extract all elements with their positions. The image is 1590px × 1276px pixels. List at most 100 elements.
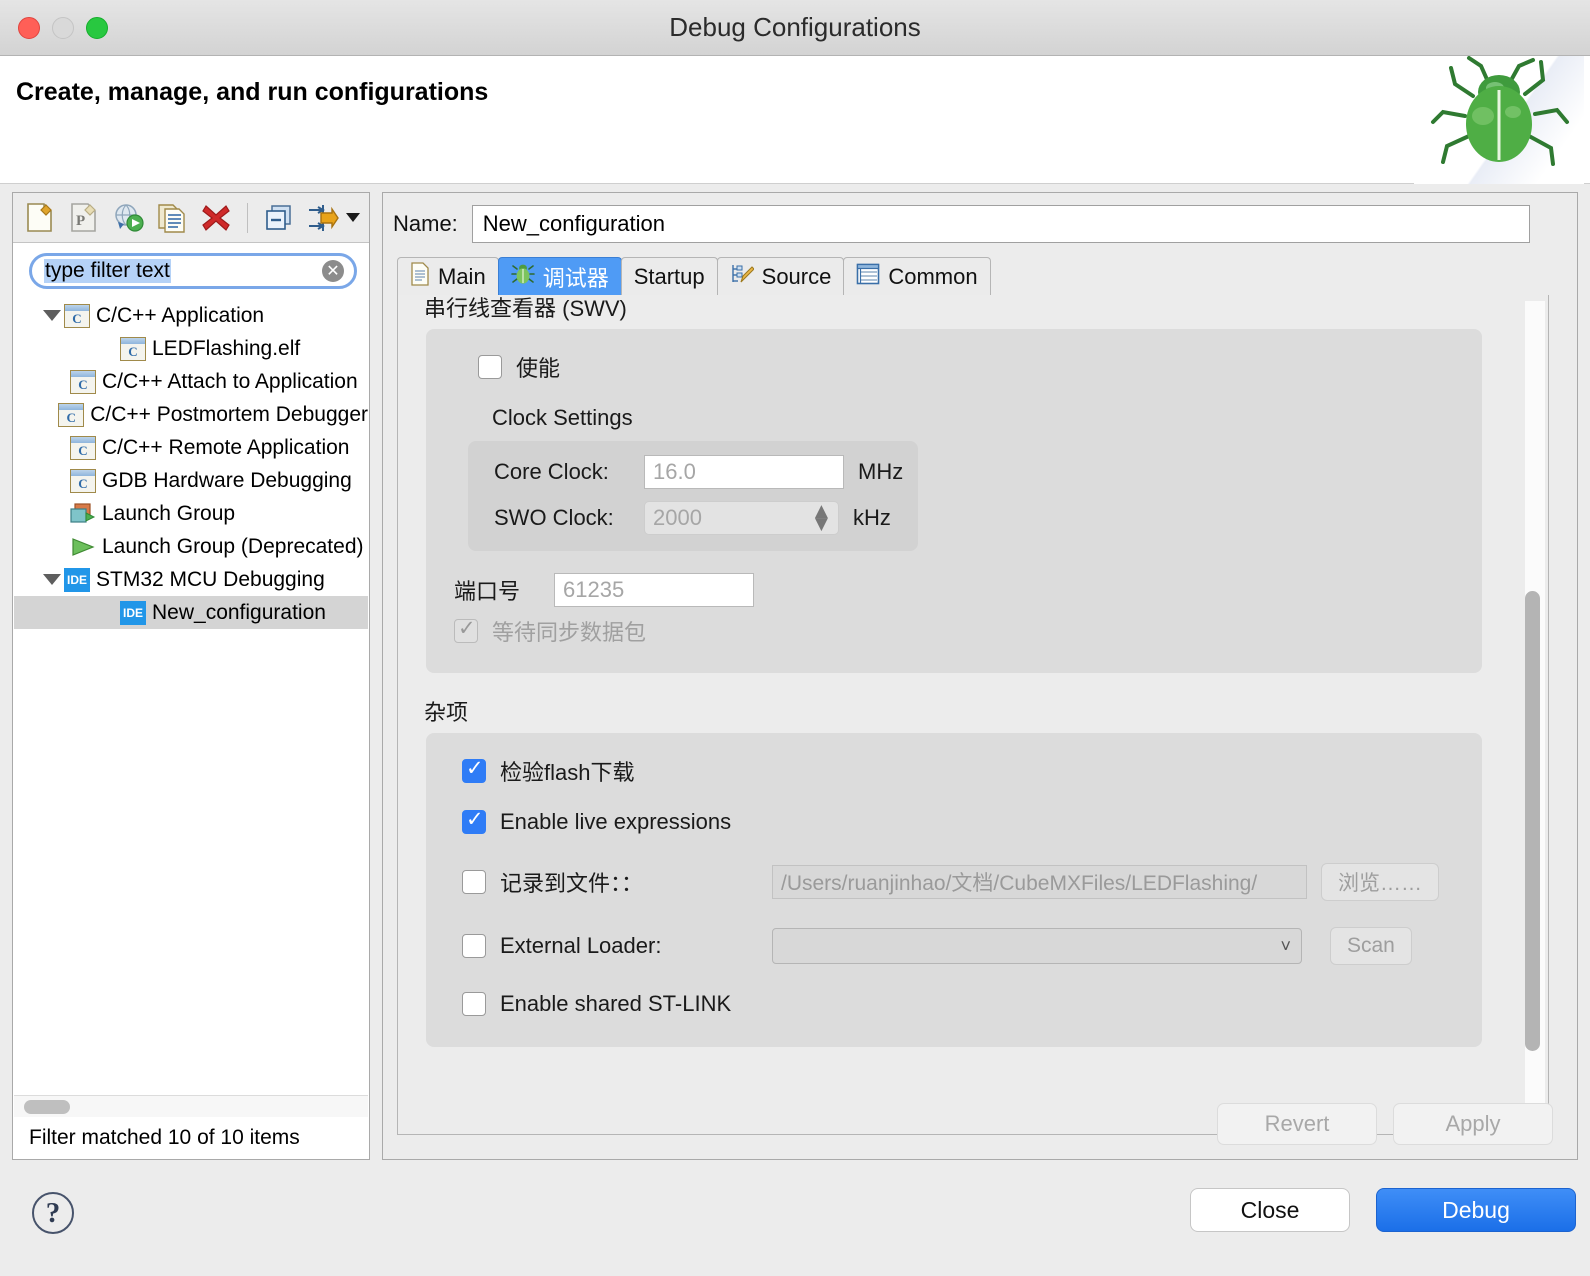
launch-group-deprecated-icon: [70, 535, 96, 559]
header-banner: Create, manage, and run configurations: [0, 56, 1590, 184]
live-expressions-row[interactable]: Enable live expressions: [462, 807, 1482, 835]
browse-button[interactable]: 浏览……: [1321, 863, 1439, 901]
scan-button[interactable]: Scan: [1330, 927, 1412, 965]
close-button[interactable]: Close: [1190, 1188, 1350, 1232]
swv-group: 使能 Clock Settings Core Clock: 16.0 MHz S…: [426, 329, 1482, 673]
tree-horizontal-scrollbar[interactable]: [14, 1095, 368, 1117]
twisty-expanded[interactable]: [40, 310, 64, 321]
tree-item-c-cpp-application[interactable]: C C/C++ Application: [14, 299, 368, 332]
new-configuration-icon[interactable]: [21, 199, 59, 237]
tree-item-stm32-mcu-debugging[interactable]: IDE STM32 MCU Debugging: [14, 563, 368, 596]
external-loader-row: External Loader: ˅ Scan: [462, 927, 1482, 965]
clock-settings-box: Core Clock: 16.0 MHz SWO Clock: 2000 ▲ ▼ …: [468, 441, 918, 551]
configuration-name-row: Name: New_configuration: [393, 205, 1530, 243]
tree-item-gdb-hardware[interactable]: C GDB Hardware Debugging: [14, 464, 368, 497]
swv-section-title: 串行线查看器 (SWV): [424, 296, 627, 321]
configurations-toolbar: P: [13, 193, 369, 243]
name-input[interactable]: New_configuration: [471, 205, 1530, 243]
tree-item-label: Launch Group (Deprecated): [102, 534, 364, 558]
c-app-icon: C: [70, 468, 96, 493]
content-vertical-scrollbar[interactable]: [1525, 301, 1545, 1127]
tree-item-label: LEDFlashing.elf: [152, 336, 301, 360]
tab-label: 调试器: [542, 265, 609, 291]
log-to-file-checkbox[interactable]: [462, 870, 486, 894]
external-loader-checkbox[interactable]: [462, 934, 486, 958]
tree-item-label: C/C++ Application: [96, 303, 265, 327]
delete-icon[interactable]: [197, 199, 235, 237]
debug-configurations-window: Debug Configurations Create, manage, and…: [0, 0, 1590, 1276]
new-launch-group-icon[interactable]: [109, 199, 147, 237]
core-clock-input[interactable]: 16.0: [644, 455, 844, 489]
tree-item-label: C/C++ Remote Application: [102, 435, 350, 459]
scrollbar-thumb[interactable]: [1525, 591, 1540, 1051]
editor-tabs: Main 调试器 Startup Source Common: [397, 257, 991, 295]
configurations-panel: P type filter text ✕ C C/C++ Application…: [12, 192, 370, 1160]
stepper-arrows-icon[interactable]: ▲ ▼: [815, 503, 828, 533]
log-to-file-label: 记录到文件：：: [500, 871, 644, 896]
external-loader-select[interactable]: ˅: [772, 928, 1302, 964]
c-app-icon: C: [70, 369, 96, 394]
filter-text-value: type filter text: [44, 259, 171, 283]
tree-item-launch-group-deprecated[interactable]: Launch Group (Deprecated): [14, 530, 368, 563]
swo-clock-stepper[interactable]: 2000 ▲ ▼: [644, 501, 839, 535]
live-expressions-checkbox[interactable]: [462, 807, 486, 834]
tree-item-ledflashing-elf[interactable]: C LEDFlashing.elf: [14, 332, 368, 365]
scrollbar-thumb[interactable]: [24, 1100, 70, 1114]
tree-item-label: C/C++ Postmortem Debugger: [90, 402, 368, 426]
configurations-tree[interactable]: C C/C++ Application C LEDFlashing.elf C …: [14, 299, 368, 1085]
c-app-icon: C: [58, 402, 85, 427]
misc-group: 检验flash下载 Enable live expressions 记录到文件：…: [426, 733, 1482, 1047]
tab-debugger[interactable]: 调试器: [497, 257, 622, 295]
tree-item-c-cpp-remote[interactable]: C C/C++ Remote Application: [14, 431, 368, 464]
port-row: 端口号 61235: [454, 573, 1482, 607]
chevron-down-icon[interactable]: [346, 213, 360, 222]
debug-button[interactable]: Debug: [1376, 1188, 1576, 1232]
tab-label: Common: [888, 263, 978, 289]
tree-item-c-cpp-attach[interactable]: C C/C++ Attach to Application: [14, 365, 368, 398]
wait-sync-checkbox[interactable]: [454, 616, 478, 643]
tab-startup[interactable]: Startup: [620, 257, 718, 295]
shared-stlink-checkbox[interactable]: [462, 992, 486, 1016]
debugger-tab-content: 串行线查看器 (SWV) 使能 Clock Settings Core Cloc…: [397, 295, 1549, 1135]
help-icon[interactable]: ?: [32, 1192, 74, 1234]
new-prototype-icon[interactable]: P: [65, 199, 103, 237]
tab-source[interactable]: Source: [716, 257, 845, 295]
table-icon: [856, 263, 880, 291]
tree-item-label: Launch Group: [102, 501, 236, 525]
collapse-all-icon[interactable]: [260, 199, 298, 237]
revert-button[interactable]: Revert: [1217, 1103, 1377, 1145]
ide-icon: IDE: [64, 567, 90, 592]
close-icon[interactable]: ✕: [322, 260, 344, 282]
window-title: Debug Configurations: [669, 12, 921, 42]
verify-flash-label: 检验flash下载: [500, 760, 635, 785]
port-input[interactable]: 61235: [554, 573, 754, 607]
swv-enable-checkbox[interactable]: [478, 355, 502, 379]
swv-enable-row[interactable]: 使能: [478, 351, 1482, 383]
tab-common[interactable]: Common: [843, 257, 991, 295]
verify-flash-row[interactable]: 检验flash下载: [462, 755, 1482, 787]
apply-button[interactable]: Apply: [1393, 1103, 1553, 1145]
wait-sync-row[interactable]: 等待同步数据包: [454, 615, 1482, 647]
tab-main[interactable]: Main: [397, 257, 499, 295]
swo-clock-value: 2000: [653, 505, 702, 530]
tree-item-new-configuration[interactable]: IDE New_configuration: [14, 596, 368, 629]
scroll-content: 串行线查看器 (SWV) 使能 Clock Settings Core Cloc…: [398, 295, 1518, 1047]
ide-icon: IDE: [120, 600, 146, 625]
duplicate-icon[interactable]: [153, 199, 191, 237]
filter-icon[interactable]: [304, 199, 342, 237]
debugger-bug-icon: [510, 262, 535, 292]
twisty-expanded[interactable]: [40, 574, 64, 585]
shared-stlink-row[interactable]: Enable shared ST-LINK: [462, 991, 1482, 1017]
bug-icon: [1414, 56, 1584, 184]
tree-item-launch-group[interactable]: Launch Group: [14, 497, 368, 530]
window-titlebar: Debug Configurations: [0, 0, 1590, 56]
filter-status-text: Filter matched 10 of 10 items: [13, 1117, 369, 1159]
verify-flash-checkbox[interactable]: [462, 756, 486, 783]
core-clock-unit: MHz: [858, 459, 904, 484]
tree-item-c-cpp-postmortem[interactable]: C C/C++ Postmortem Debugger: [14, 398, 368, 431]
search-input[interactable]: type filter text ✕: [29, 253, 357, 289]
document-icon: [410, 261, 430, 292]
log-file-path-input[interactable]: /Users/ruanjinhao/文档/CubeMXFiles/LEDFlas…: [772, 865, 1307, 899]
dialog-footer: ? Close Debug: [0, 1176, 1590, 1276]
configuration-editor-panel: Name: New_configuration Main 调试器 Startup…: [382, 192, 1578, 1160]
